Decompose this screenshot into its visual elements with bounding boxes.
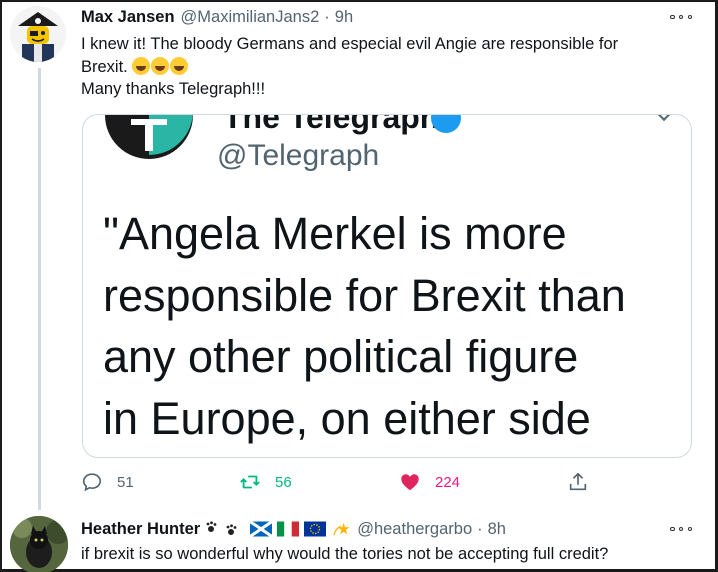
- retweet-count: 56: [275, 473, 292, 491]
- tweet-text-line: Many thanks Telegraph!!!: [81, 80, 266, 98]
- separator-dot: ·: [324, 7, 330, 26]
- cat-photo-avatar-icon: [10, 516, 68, 572]
- quote-line: in Europe, on either side: [103, 392, 591, 444]
- quoted-text: "Angela Merkel is more responsible for B…: [103, 203, 683, 449]
- like-button[interactable]: 224: [399, 468, 460, 496]
- lego-pirate-avatar-icon: [10, 6, 66, 62]
- eu-flag-icon: [304, 521, 327, 537]
- rolling-on-floor-laughing-icon: [151, 56, 170, 75]
- reply-author-handle[interactable]: @heathergarbo: [357, 520, 472, 539]
- thread-connector-line: [38, 68, 41, 510]
- more-options-icon[interactable]: [670, 524, 692, 534]
- quoted-account-name: The Telegraph: [223, 114, 440, 135]
- avatar[interactable]: [10, 6, 66, 62]
- heart-icon: [401, 474, 419, 491]
- reply-author-name[interactable]: Heather Hunter: [81, 520, 200, 539]
- chevron-down-icon: [656, 115, 672, 122]
- author-handle[interactable]: @MaximilianJans2: [181, 8, 320, 27]
- author-name[interactable]: Max Jansen: [81, 8, 175, 27]
- italy-flag-icon: [277, 521, 300, 537]
- quote-line: any other political figure: [103, 331, 579, 382]
- tweet-text-line: I knew it! The bloody Germans and especi…: [81, 35, 619, 53]
- share-button[interactable]: [567, 468, 589, 496]
- like-count: 224: [435, 473, 461, 491]
- tweet-text-line: Brexit.: [81, 56, 701, 79]
- tweet-time[interactable]: 9h: [335, 8, 353, 27]
- rolling-on-floor-laughing-icon: [132, 56, 151, 75]
- quoted-tweet-image[interactable]: The Telegraph @Telegraph "Angela Merkel …: [82, 114, 692, 458]
- retweet-icon: [240, 475, 260, 489]
- avatar[interactable]: [10, 516, 68, 572]
- reply-text: if brexit is so wonderful why would the …: [81, 545, 609, 563]
- quote-line: "Angela Merkel is more: [103, 208, 567, 259]
- rolling-on-floor-laughing-icon: [170, 56, 189, 75]
- more-options-icon[interactable]: [670, 12, 692, 22]
- quoted-account-handle: @Telegraph: [217, 139, 380, 172]
- tweet-text: I knew it! The bloody Germans and especi…: [81, 33, 701, 101]
- tweet-header: Max Jansen @MaximilianJans2 · 9h: [81, 5, 353, 29]
- paw-prints-icon: [206, 521, 237, 535]
- retweet-button[interactable]: 56: [239, 468, 292, 496]
- share-icon: [569, 472, 587, 491]
- reply-time[interactable]: 8h: [488, 520, 506, 539]
- reply-count: 51: [117, 473, 134, 491]
- reply-icon: [82, 473, 102, 492]
- scotland-flag-icon: [250, 521, 273, 537]
- separator-dot: ·: [477, 519, 483, 538]
- reply-button[interactable]: 51: [81, 468, 134, 496]
- tweet-action-bar: 51 56 224: [81, 468, 621, 496]
- reply-header: Heather Hunter @heathergarbo · 8h: [81, 517, 506, 541]
- tweet-text-word: Brexit.: [81, 57, 128, 76]
- telegraph-logo-icon: [105, 115, 193, 159]
- dizzy-star-icon: [333, 522, 350, 536]
- quote-line: responsible for Brexit than: [103, 269, 626, 321]
